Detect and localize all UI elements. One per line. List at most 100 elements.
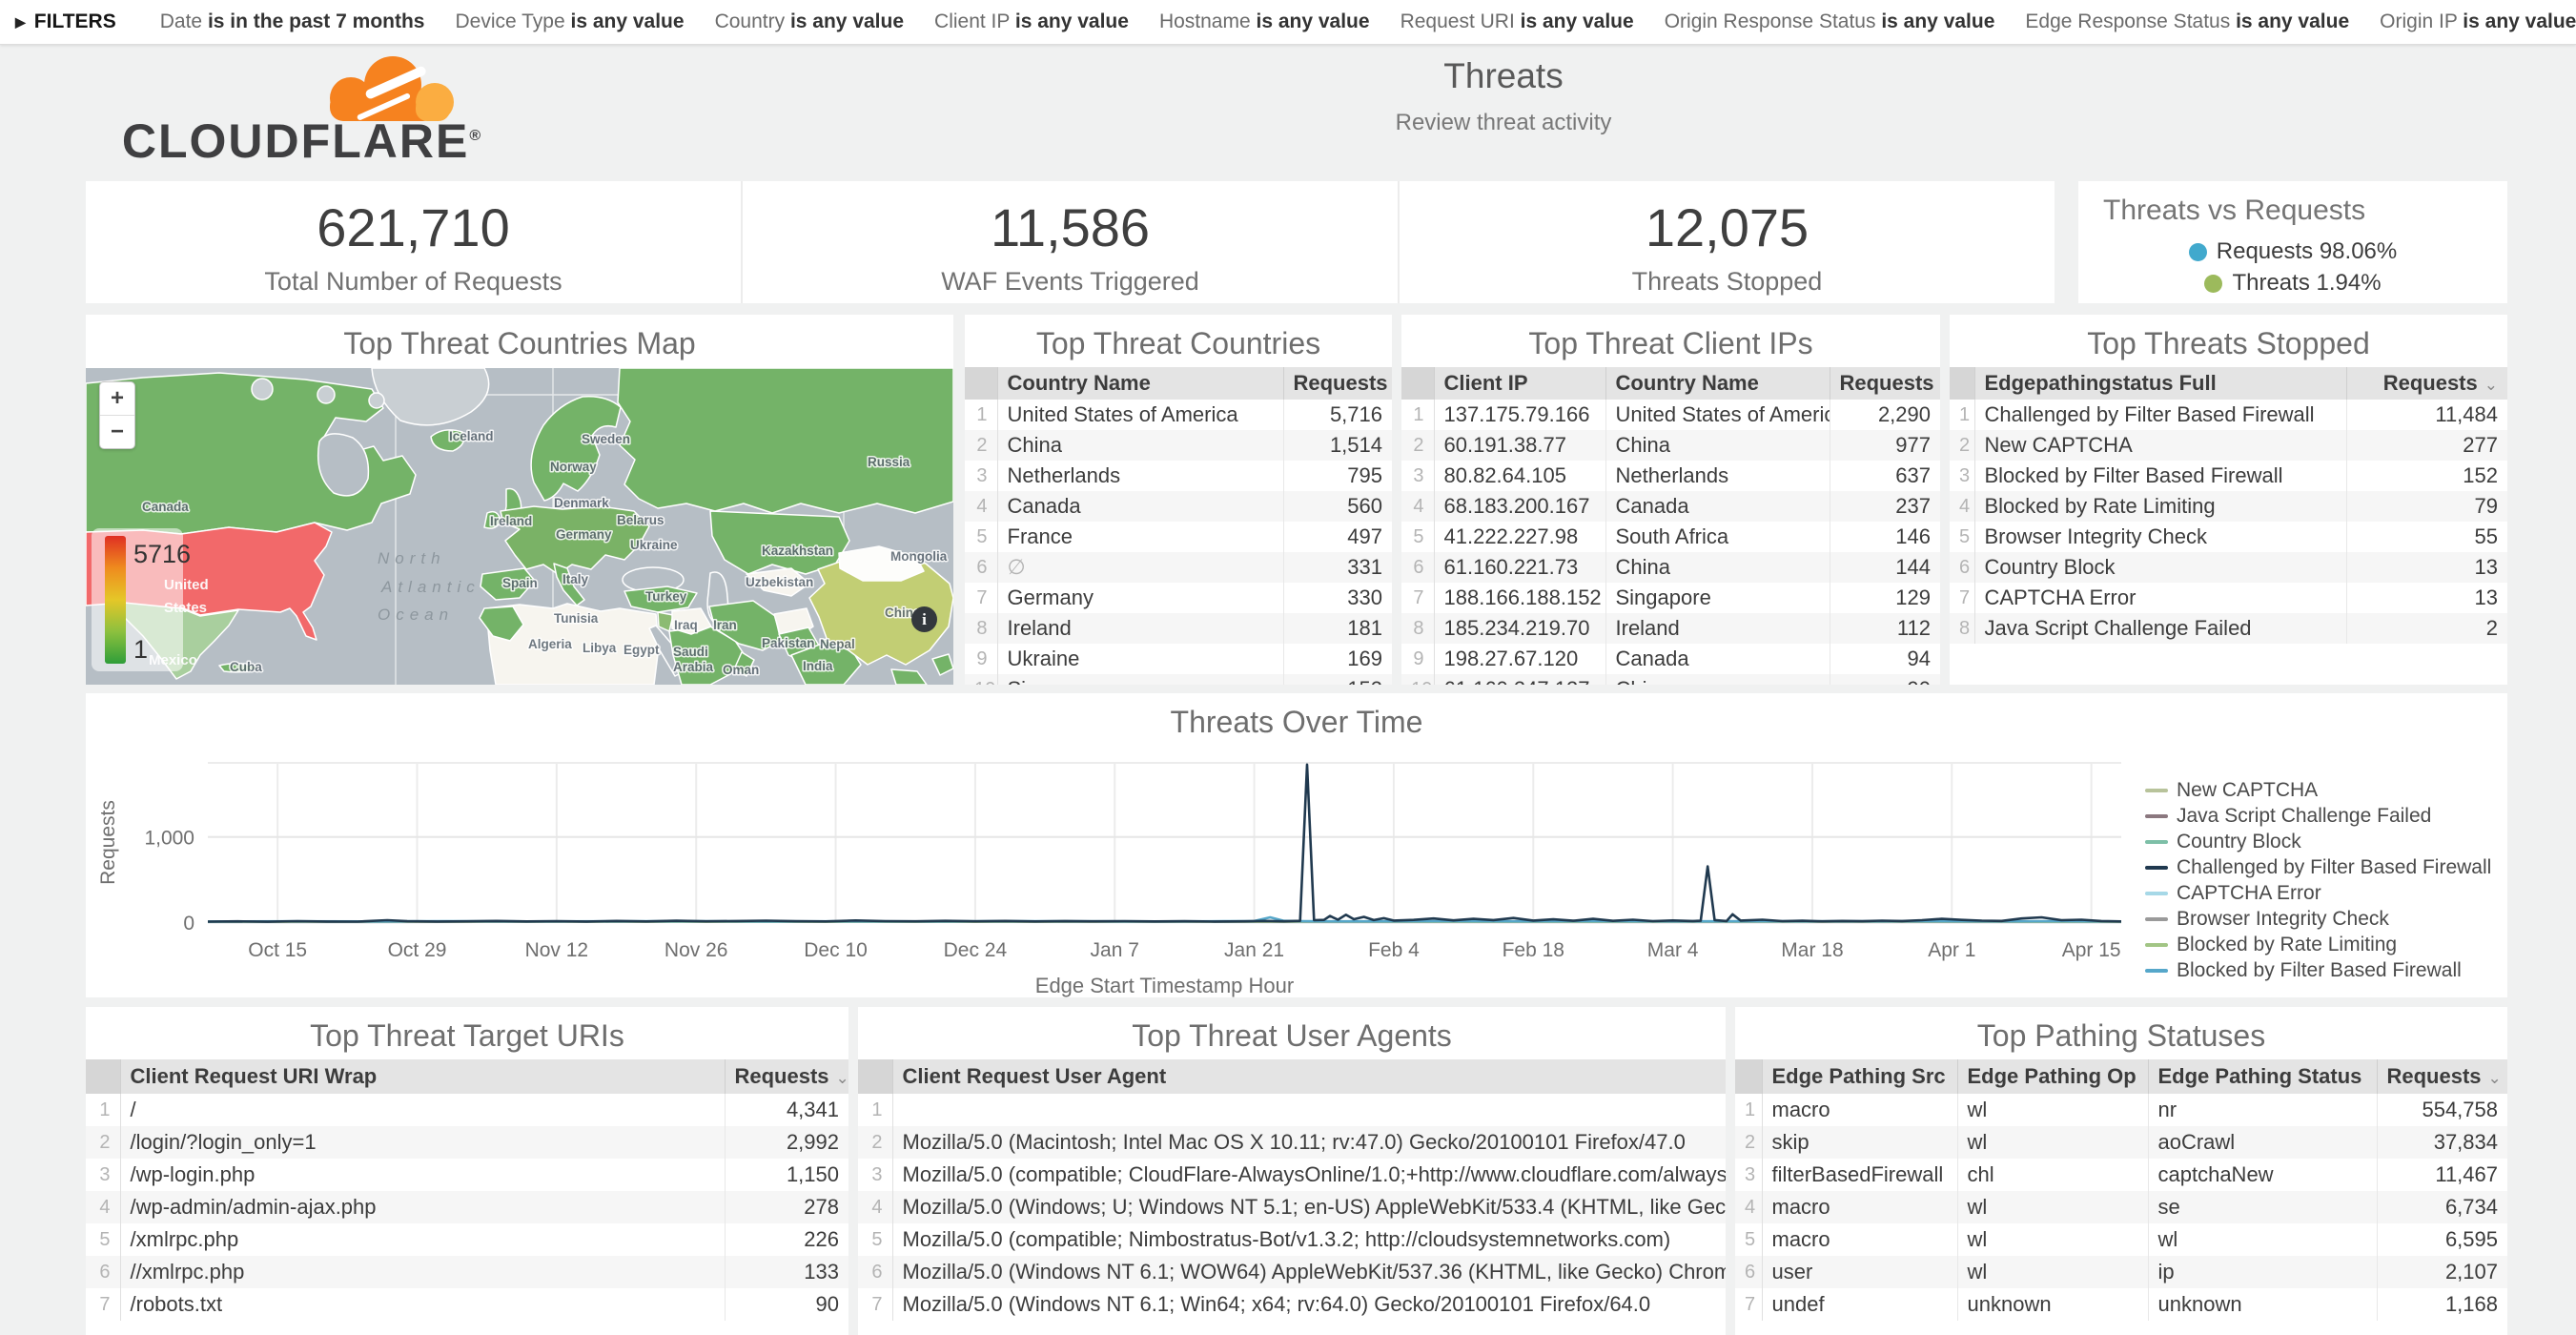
table-row: 6userwlip2,107 [1735, 1256, 2507, 1288]
column-header[interactable]: Edge Pathing Status [2148, 1059, 2377, 1094]
row-index: 4 [1950, 491, 1974, 522]
table-row: 661.160.221.73China144 [1401, 552, 1940, 583]
filter-field: Client IP [934, 10, 1015, 32]
table-cell: Mozilla/5.0 (Macintosh; Intel Mac OS X 1… [892, 1126, 1726, 1159]
axis-label: Requests [97, 800, 119, 885]
table-row: 10Singapore152 [965, 674, 1392, 685]
map-label: Arabia [673, 660, 714, 674]
table-cell: 90 [1830, 674, 1940, 685]
table-cell: 11,467 [2377, 1159, 2507, 1191]
chart-legend-item[interactable]: New CAPTCHA [2145, 777, 2491, 803]
chart-legend-item[interactable]: Country Block [2145, 829, 2491, 854]
table-cell: 330 [1283, 583, 1392, 613]
legend-item[interactable]: Requests 98.06% [2189, 238, 2397, 265]
column-header[interactable]: Edge Pathing Src [1762, 1059, 1957, 1094]
table-cell: 37,834 [2377, 1126, 2507, 1159]
filter-field: Country [715, 10, 790, 32]
row-index: 10 [965, 674, 997, 685]
map-info-button[interactable]: i [911, 606, 937, 632]
table-row: 6//xmlrpc.php133 [86, 1256, 848, 1288]
map-zoom-out-button[interactable]: − [100, 416, 134, 448]
row-index: 5 [1401, 522, 1434, 552]
chart-legend-item[interactable]: Blocked by Filter Based Firewall [2145, 957, 2491, 983]
filter-chip[interactable]: Client IP is any value [934, 10, 1129, 33]
map-label: India [803, 659, 833, 673]
filter-chip[interactable]: Date is in the past 7 months [160, 10, 425, 33]
filter-chip[interactable]: Edge Response Status is any value [2025, 10, 2349, 33]
table-cell: Blocked by Filter Based Firewall [1974, 461, 2346, 491]
row-index: 1 [965, 400, 997, 430]
table-row: 3Blocked by Filter Based Firewall152 [1950, 461, 2507, 491]
column-header[interactable]: Edge Pathing Op [1957, 1059, 2148, 1094]
table-cell: 137.175.79.166 [1434, 400, 1605, 430]
table-row: 1137.175.79.166United States of America2… [1401, 400, 1940, 430]
table-cell: /login/?login_only=1 [120, 1126, 725, 1159]
filter-chip[interactable]: Origin IP is any value [2380, 10, 2576, 33]
filter-chip[interactable]: Hostname is any value [1159, 10, 1370, 33]
filter-chip[interactable]: Request URI is any value [1400, 10, 1634, 33]
filters-toggle[interactable]: ▶ FILTERS [15, 10, 116, 33]
table-cell: Germany [997, 583, 1283, 613]
table-cell: China [1605, 674, 1830, 685]
row-index: 2 [1735, 1126, 1762, 1159]
row-index: 3 [1735, 1159, 1762, 1191]
table-cell: chl [1957, 1159, 2148, 1191]
axis-label: Apr 1 [1928, 939, 1975, 961]
table-cell: China [1605, 430, 1830, 461]
row-index: 9 [1401, 644, 1434, 674]
filter-chip[interactable]: Origin Response Status is any value [1665, 10, 1995, 33]
row-index: 6 [1401, 552, 1434, 583]
panel-title: Threats vs Requests [2078, 181, 2507, 227]
index-column-header [86, 1059, 120, 1094]
map-zoom-in-button[interactable]: + [100, 382, 134, 416]
sort-chevron-icon: ⌄ [2488, 1069, 2502, 1087]
chart-legend-item[interactable]: Challenged by Filter Based Firewall [2145, 854, 2491, 880]
legend-line-icon [2145, 840, 2168, 844]
column-header[interactable]: Edgepathingstatus Full [1974, 367, 2346, 400]
cloudflare-cloud-icon [297, 51, 488, 127]
table-cell: 61.160.221.73 [1434, 552, 1605, 583]
row-index: 7 [965, 583, 997, 613]
legend-item[interactable]: Threats 1.94% [2204, 270, 2381, 297]
panel-title: Top Threat Countries [965, 326, 1392, 361]
row-index: 8 [1401, 613, 1434, 644]
table-cell: macro [1762, 1191, 1957, 1223]
filter-chip[interactable]: Country is any value [715, 10, 904, 33]
index-column-header [1401, 367, 1434, 400]
column-header[interactable]: Requests⌄ [2346, 367, 2507, 400]
axis-label: Nov 12 [525, 939, 589, 961]
column-header[interactable]: Country Name [997, 367, 1283, 400]
table-cell: 13 [2346, 552, 2507, 583]
chart-legend-item[interactable]: Blocked by Rate Limiting [2145, 932, 2491, 957]
table-row: 2China1,514 [965, 430, 1392, 461]
column-header[interactable]: Requests⌄ [2377, 1059, 2507, 1094]
map-label: Mongolia [890, 549, 948, 564]
chart-legend-item[interactable]: Java Script Challenge Failed [2145, 803, 2491, 829]
table-row: 4macrowlse6,734 [1735, 1191, 2507, 1223]
row-index: 4 [1735, 1191, 1762, 1223]
chart-legend-item[interactable]: Browser Integrity Check [2145, 906, 2491, 932]
legend-dot-icon [2189, 243, 2207, 261]
sort-chevron-icon: ⌄ [2484, 376, 2498, 394]
column-header[interactable]: Requests⌄ [1830, 367, 1940, 400]
world-map[interactable]: CanadaUnitedStatesMexicoCubaIcelandIrela… [86, 368, 953, 685]
table-row: 3filterBasedFirewallchlcaptchaNew11,467 [1735, 1159, 2507, 1191]
column-header[interactable]: Client Request User Agent [892, 1059, 1726, 1094]
table-cell: Mozilla/5.0 (Windows NT 6.1; Win64; x64;… [892, 1288, 1726, 1321]
table-cell: United States of America [997, 400, 1283, 430]
column-header[interactable]: Client Request URI Wrap [120, 1059, 725, 1094]
legend-line-icon [2145, 789, 2168, 792]
map-label: Pakistan [762, 636, 815, 650]
map-label: Ukraine [630, 538, 678, 552]
chart-legend-item[interactable]: CAPTCHA Error [2145, 880, 2491, 906]
column-header[interactable]: Requests⌄ [1283, 367, 1392, 400]
table-row: 6Mozilla/5.0 (Windows NT 6.1; WOW64) App… [858, 1256, 1726, 1288]
column-header[interactable]: Client IP [1434, 367, 1605, 400]
column-header[interactable]: Country Name [1605, 367, 1830, 400]
table-cell: 795 [1283, 461, 1392, 491]
table-cell: aoCrawl [2148, 1126, 2377, 1159]
column-header[interactable]: Requests⌄ [725, 1059, 848, 1094]
legend-label: Blocked by Rate Limiting [2177, 934, 2397, 956]
filter-chip[interactable]: Device Type is any value [455, 10, 684, 33]
table-row: 2/login/?login_only=12,992 [86, 1126, 848, 1159]
